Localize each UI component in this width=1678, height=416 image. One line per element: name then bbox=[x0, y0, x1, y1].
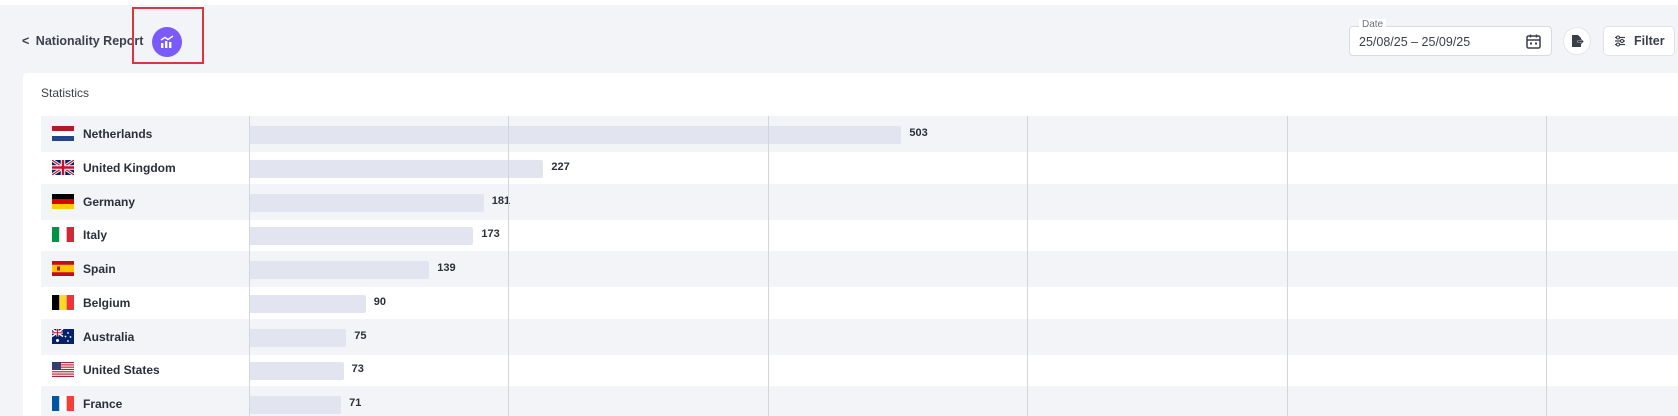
nl-flag-icon bbox=[52, 126, 74, 141]
chart-row: Italy 173 bbox=[41, 217, 1678, 253]
bar[interactable] bbox=[249, 126, 902, 144]
bar[interactable] bbox=[249, 261, 430, 279]
sliders-icon bbox=[1615, 35, 1625, 47]
bar-value-label: 139 bbox=[437, 262, 456, 274]
gridline bbox=[508, 116, 510, 416]
chart-row: United Kingdom 227 bbox=[41, 150, 1678, 186]
de-flag-icon bbox=[52, 193, 74, 209]
bar-value-label: 181 bbox=[491, 194, 511, 207]
category-label: Netherlands bbox=[83, 127, 153, 141]
bar-value-label: 71 bbox=[349, 397, 362, 409]
calendar-icon[interactable] bbox=[1525, 33, 1542, 50]
be-flag-icon bbox=[52, 294, 74, 310]
card-title: Statistics bbox=[41, 86, 90, 100]
page-background: < Nationality Report Date 25/08/25 – 25/… bbox=[0, 5, 1678, 416]
gb-flag-icon bbox=[52, 159, 74, 175]
chart-row: France 71 bbox=[41, 386, 1678, 416]
category-label: Spain bbox=[83, 262, 116, 276]
category-label: United Kingdom bbox=[83, 160, 176, 175]
category-label: Australia bbox=[83, 329, 135, 344]
category-label: France bbox=[83, 397, 123, 411]
bar-value-label: 173 bbox=[481, 228, 500, 241]
chart-row: Australia 75 bbox=[41, 318, 1678, 355]
date-range-value: 25/08/25 – 25/09/25 bbox=[1359, 35, 1471, 49]
nationality-bar-chart: Netherlands 503 United Kingdom 227 Germany 18… bbox=[41, 116, 1678, 416]
gridline bbox=[1027, 116, 1029, 416]
statistics-card: Statistics Netherlands 503 United Kingdom 2… bbox=[23, 73, 1678, 416]
gridline bbox=[1546, 116, 1547, 416]
bar[interactable] bbox=[249, 227, 474, 246]
category-label: Belgium bbox=[83, 295, 131, 310]
it-flag-icon bbox=[52, 227, 74, 243]
chart-row: Belgium 90 bbox=[41, 285, 1678, 321]
bar-value-label: 503 bbox=[909, 127, 928, 139]
chart-row: Netherlands 503 bbox=[41, 116, 1678, 152]
bar[interactable] bbox=[249, 159, 544, 178]
category-label: Germany bbox=[83, 194, 136, 209]
filter-label: Filter bbox=[1634, 34, 1665, 48]
gridline bbox=[249, 116, 250, 416]
bar[interactable] bbox=[249, 396, 342, 414]
us-flag-icon bbox=[52, 362, 74, 378]
filter-button[interactable]: Filter bbox=[1603, 26, 1675, 56]
export-button[interactable] bbox=[1563, 27, 1591, 55]
bar[interactable] bbox=[249, 362, 344, 381]
bar[interactable] bbox=[249, 294, 366, 313]
chart-toggle-button[interactable] bbox=[152, 27, 182, 57]
chart-icon bbox=[160, 35, 174, 48]
bar[interactable] bbox=[249, 193, 484, 212]
es-flag-icon bbox=[52, 261, 74, 276]
chart-row: Spain 139 bbox=[41, 251, 1678, 287]
au-flag-icon bbox=[52, 328, 74, 344]
date-range-field[interactable]: Date 25/08/25 – 25/09/25 bbox=[1349, 19, 1552, 56]
back-chevron: < bbox=[22, 34, 30, 48]
bar-value-label: 75 bbox=[354, 329, 367, 342]
back-link[interactable]: < Nationality Report bbox=[22, 34, 143, 48]
gridline bbox=[767, 116, 769, 416]
bar-value-label: 73 bbox=[351, 363, 364, 376]
category-label: United States bbox=[83, 363, 160, 378]
bar-value-label: 227 bbox=[551, 160, 570, 173]
chart-row: Germany 181 bbox=[41, 183, 1678, 220]
gridline bbox=[1286, 116, 1288, 416]
bar-value-label: 90 bbox=[373, 295, 386, 308]
back-link-label: Nationality Report bbox=[35, 34, 144, 48]
fr-flag-icon bbox=[52, 396, 74, 411]
category-label: Italy bbox=[83, 228, 108, 243]
chart-row: United States 73 bbox=[41, 352, 1678, 388]
export-icon bbox=[1572, 35, 1584, 47]
date-field-label: Date bbox=[1359, 19, 1387, 30]
bar[interactable] bbox=[249, 328, 347, 347]
